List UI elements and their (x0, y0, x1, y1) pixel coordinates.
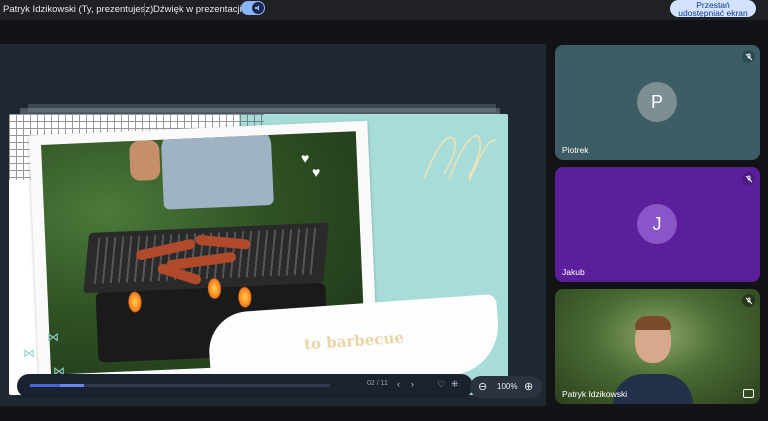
heart-outline-icon[interactable]: ♡ (437, 379, 445, 390)
scribble-decoration (423, 135, 497, 182)
grid-view-icon[interactable]: ⁜ (451, 379, 459, 390)
zoom-control: ⊖ 100% ⊕ (470, 376, 542, 398)
flame (206, 277, 222, 300)
slide: ♥ ♥ to barbecue ⋈ ⋈ ⋈ (9, 114, 508, 395)
heart-icon: ♥ (301, 150, 310, 166)
speaker-icon (252, 2, 264, 14)
presentation-stage: ♥ ♥ to barbecue ⋈ ⋈ ⋈ 02 / 11 ‹ › ♡ ⁜ ⊖ … (0, 44, 546, 406)
butterfly-icon: ⋈ (47, 330, 59, 344)
participant-tile-piotrek[interactable]: P Piotrek (555, 45, 760, 160)
participant-name: Patryk Idzikowski (562, 389, 628, 399)
next-slide-icon[interactable]: › (411, 379, 414, 389)
person-shirt (160, 131, 274, 210)
person-arm (128, 139, 161, 182)
mic-off-icon (742, 50, 755, 63)
participant-name: Jakub (562, 267, 585, 277)
stop-sharing-label: Przestań udostępniać ekran (678, 0, 748, 18)
avatar: J (637, 204, 677, 244)
presenter-label: Patryk Idzikowski (Ty, prezentujesz) (3, 4, 154, 15)
slide-page-number: 02 / 11 (367, 380, 388, 387)
participant-tile-jakub[interactable]: J Jakub (555, 167, 760, 282)
top-bar: Patryk Idzikowski (Ty, prezentujesz) Dźw… (0, 0, 768, 20)
topbar-divider (144, 3, 145, 16)
slide-stack-shadow (28, 104, 496, 112)
slide-progress-bar[interactable] (30, 384, 330, 387)
mic-off-icon (742, 294, 755, 307)
presentation-sound-label: Dźwięk w prezentacji (153, 4, 242, 15)
avatar: P (637, 82, 677, 122)
participant-tile-patryk[interactable]: Patryk Idzikowski (555, 289, 760, 404)
stop-sharing-button[interactable]: Przestań udostępniać ekran (670, 0, 756, 17)
zoom-out-icon[interactable]: ⊖ (478, 380, 487, 393)
progress-fill (30, 384, 60, 387)
heart-icon: ♥ (312, 164, 321, 180)
prev-slide-icon[interactable]: ‹ (397, 379, 400, 389)
slide-controls: 02 / 11 ‹ › ♡ ⁜ (17, 374, 473, 398)
flame (237, 285, 253, 309)
flame (127, 290, 143, 314)
mic-off-icon (742, 172, 755, 185)
zoom-level: 100% (497, 382, 518, 391)
progress-current (60, 384, 84, 387)
butterfly-icon: ⋈ (23, 346, 35, 360)
participant-video-hair (635, 316, 671, 330)
participant-name: Piotrek (562, 145, 589, 155)
presentation-sound-toggle[interactable] (241, 1, 265, 15)
screen-share-icon (743, 389, 754, 398)
zoom-in-icon[interactable]: ⊕ (524, 380, 533, 393)
